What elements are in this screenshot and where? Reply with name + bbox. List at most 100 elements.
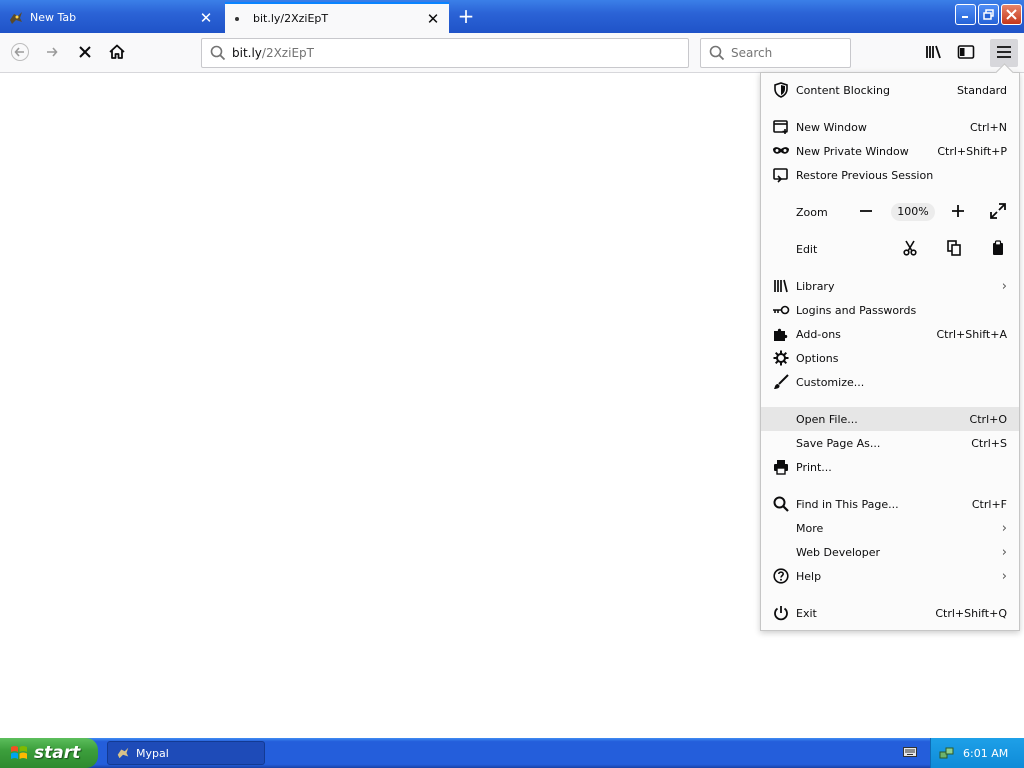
menu-label: Save Page As...: [796, 436, 881, 450]
menu-label: Find in This Page...: [796, 497, 899, 511]
restore-session-icon: [772, 166, 790, 184]
menu-library[interactable]: Library ›: [761, 274, 1019, 298]
menu-edit-row: Edit: [761, 237, 1019, 261]
menu-shortcut: Ctrl+O: [969, 412, 1007, 426]
key-icon: [772, 301, 790, 319]
stop-x-icon: [77, 44, 93, 63]
tab-active[interactable]: bit.ly/2XziEpT ✕: [225, 2, 449, 33]
chevron-right-icon: ›: [1001, 278, 1007, 294]
clock: 6:01 AM: [963, 746, 1009, 760]
system-tray: 6:01 AM: [930, 738, 1024, 768]
navigation-toolbar: bit.ly/2XziEpT: [0, 33, 1024, 73]
url-path: /2XziEpT: [261, 46, 314, 60]
menu-help[interactable]: Help ›: [761, 564, 1019, 588]
taskbar-item-label: Mypal: [136, 746, 169, 760]
url-host: bit.ly: [232, 46, 262, 60]
scissors-icon: [903, 240, 917, 259]
menu-save-page[interactable]: Save Page As... Ctrl+S: [761, 431, 1019, 455]
windows-taskbar: start Mypal 6:01 AM: [0, 738, 1024, 768]
menu-label: Options: [796, 351, 839, 365]
menu-label: Print...: [796, 460, 832, 474]
forward-button[interactable]: [38, 39, 66, 67]
tab-close-icon[interactable]: ✕: [425, 10, 441, 28]
menu-separator: [761, 109, 1019, 110]
chevron-right-icon: ›: [1001, 568, 1007, 584]
back-arrow-icon: [11, 42, 29, 64]
paintbrush-icon: [772, 373, 790, 391]
menu-label: New Window: [796, 120, 867, 134]
power-icon: [772, 604, 790, 622]
menu-restore-session[interactable]: Restore Previous Session: [761, 163, 1019, 187]
copy-button[interactable]: [945, 239, 963, 259]
menu-shortcut: Ctrl+F: [971, 497, 1007, 511]
menu-new-private-window[interactable]: New Private Window Ctrl+Shift+P: [761, 139, 1019, 163]
mypal-favicon-icon: [8, 10, 24, 26]
plus-icon: [951, 204, 965, 221]
help-question-icon: [772, 567, 790, 585]
zoom-in-button[interactable]: [949, 203, 967, 221]
start-button[interactable]: start: [0, 738, 98, 768]
library-button[interactable]: [920, 39, 948, 67]
search-input[interactable]: [731, 46, 841, 60]
menu-new-window[interactable]: New Window Ctrl+N: [761, 115, 1019, 139]
menu-label: Web Developer: [796, 545, 881, 559]
chevron-right-icon: ›: [1001, 520, 1007, 536]
library-icon: [772, 277, 790, 295]
fullscreen-button[interactable]: [989, 202, 1007, 222]
search-bar[interactable]: [700, 38, 851, 68]
taskbar-item-mypal[interactable]: Mypal: [107, 741, 265, 765]
menu-open-file[interactable]: Open File... Ctrl+O: [761, 407, 1019, 431]
paste-button[interactable]: [989, 239, 1007, 259]
start-label: start: [34, 743, 81, 763]
cut-button[interactable]: [901, 240, 919, 258]
menu-print[interactable]: Print...: [761, 455, 1019, 479]
menu-more[interactable]: More ›: [761, 516, 1019, 540]
menu-label: More: [796, 521, 824, 535]
menu-addons[interactable]: Add-ons Ctrl+Shift+A: [761, 322, 1019, 346]
menu-label: Content Blocking: [796, 83, 891, 97]
tab-close-icon[interactable]: ✕: [198, 9, 214, 27]
network-icon[interactable]: [939, 746, 955, 760]
window-restore-button[interactable]: [978, 4, 999, 25]
menu-web-developer[interactable]: Web Developer ›: [761, 540, 1019, 564]
window-minimize-button[interactable]: [955, 4, 976, 25]
shield-icon: [772, 81, 790, 99]
menu-exit[interactable]: Exit Ctrl+Shift+Q: [761, 601, 1019, 625]
menu-customize[interactable]: Customize...: [761, 370, 1019, 394]
menu-logins-passwords[interactable]: Logins and Passwords: [761, 298, 1019, 322]
new-tab-plus-icon[interactable]: +: [455, 6, 477, 28]
menu-options[interactable]: Options: [761, 346, 1019, 370]
gear-icon: [772, 349, 790, 367]
content-blocking-value: Standard: [956, 83, 1007, 97]
sidebar-icon: [957, 44, 975, 63]
menu-label: Logins and Passwords: [796, 303, 917, 317]
clipboard-icon: [992, 239, 1004, 259]
window-close-button[interactable]: [1001, 4, 1022, 25]
menu-label: Open File...: [796, 412, 858, 426]
fullscreen-arrows-icon: [990, 202, 1006, 222]
search-icon: [210, 45, 226, 61]
menu-find-in-page[interactable]: Find in This Page... Ctrl+F: [761, 492, 1019, 516]
keyboard-layout-icon[interactable]: [903, 746, 917, 758]
puzzle-piece-icon: [772, 325, 790, 343]
menu-shortcut: Ctrl+Shift+P: [937, 144, 1007, 158]
library-icon: [925, 44, 943, 63]
search-icon: [772, 495, 790, 513]
menu-label: New Private Window: [796, 144, 909, 158]
loading-dot-icon: [235, 16, 239, 21]
url-bar[interactable]: bit.ly/2XziEpT: [201, 38, 689, 68]
zoom-reset-button[interactable]: 100%: [891, 203, 935, 221]
menu-shortcut: Ctrl+Shift+Q: [935, 606, 1007, 620]
stop-button[interactable]: [71, 39, 99, 67]
back-button[interactable]: [6, 39, 34, 67]
sidebar-toggle-button[interactable]: [952, 39, 980, 67]
menu-content-blocking[interactable]: Content Blocking Standard: [761, 78, 1019, 102]
new-window-icon: [772, 118, 790, 136]
zoom-out-button[interactable]: [857, 203, 875, 221]
menu-label: Exit: [796, 606, 817, 620]
tab-strip: New Tab ✕ bit.ly/2XziEpT ✕ +: [0, 0, 1024, 33]
tab-title: bit.ly/2XziEpT: [253, 12, 329, 25]
tab-new-tab[interactable]: New Tab ✕: [0, 2, 222, 33]
home-button[interactable]: [103, 39, 131, 67]
copy-icon: [947, 239, 961, 259]
